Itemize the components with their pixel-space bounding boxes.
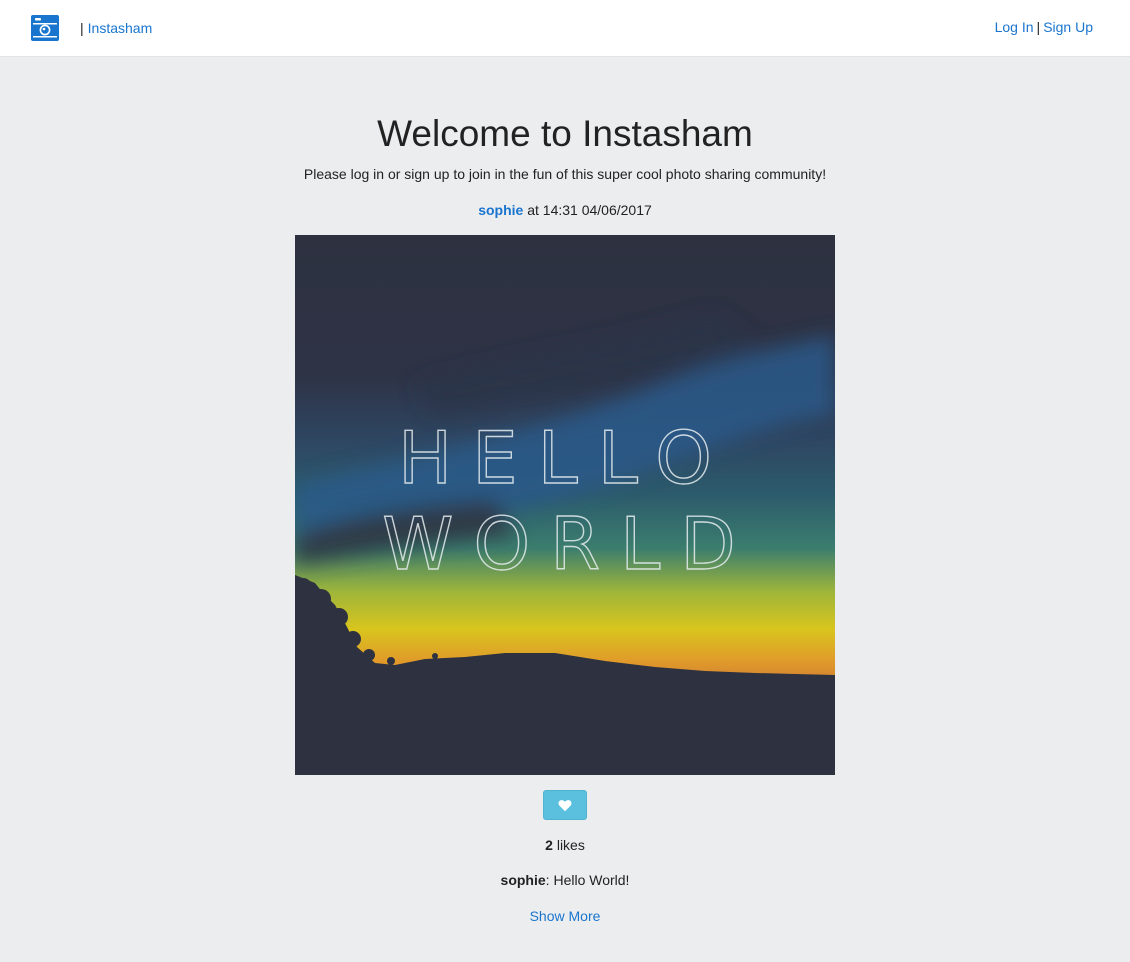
brand-separator: |	[80, 20, 84, 36]
like-count: 2	[545, 837, 553, 853]
navbar: | Instasham Log In | Sign Up	[0, 0, 1130, 57]
signup-link[interactable]: Sign Up	[1043, 19, 1093, 35]
photo-text-line-2: WORLD	[382, 502, 755, 586]
heart-icon	[558, 799, 572, 811]
comment-author: sophie	[500, 872, 546, 888]
show-more-link[interactable]: Show More	[530, 907, 601, 925]
auth-links: Log In | Sign Up	[995, 19, 1093, 35]
post-meta: sophie at 14:31 04/06/2017	[0, 201, 1130, 219]
page-title: Welcome to Instasham	[377, 113, 753, 154]
brand: | Instasham	[30, 13, 152, 43]
likes-summary: 2 likes	[0, 836, 1130, 854]
camera-icon[interactable]	[30, 14, 60, 42]
photo-text-line-1: HELLO	[398, 416, 732, 500]
auth-separator: |	[1036, 19, 1041, 35]
post-timestamp: at 14:31 04/06/2017	[527, 202, 652, 218]
comment-text: Hello World!	[553, 872, 630, 888]
likes-label: likes	[556, 837, 585, 853]
post-photo: HELLO WORLD	[295, 235, 835, 775]
comment-separator: :	[545, 872, 550, 888]
login-link[interactable]: Log In	[995, 19, 1034, 35]
main-content: Welcome to Instasham Please log in or si…	[0, 57, 1130, 926]
like-button[interactable]	[543, 790, 587, 820]
brand-link[interactable]: Instasham	[88, 20, 153, 36]
post-author-link[interactable]: sophie	[478, 202, 523, 218]
intro-text: Please log in or sign up to join in the …	[303, 166, 827, 182]
comment: sophie: Hello World!	[0, 871, 1130, 889]
